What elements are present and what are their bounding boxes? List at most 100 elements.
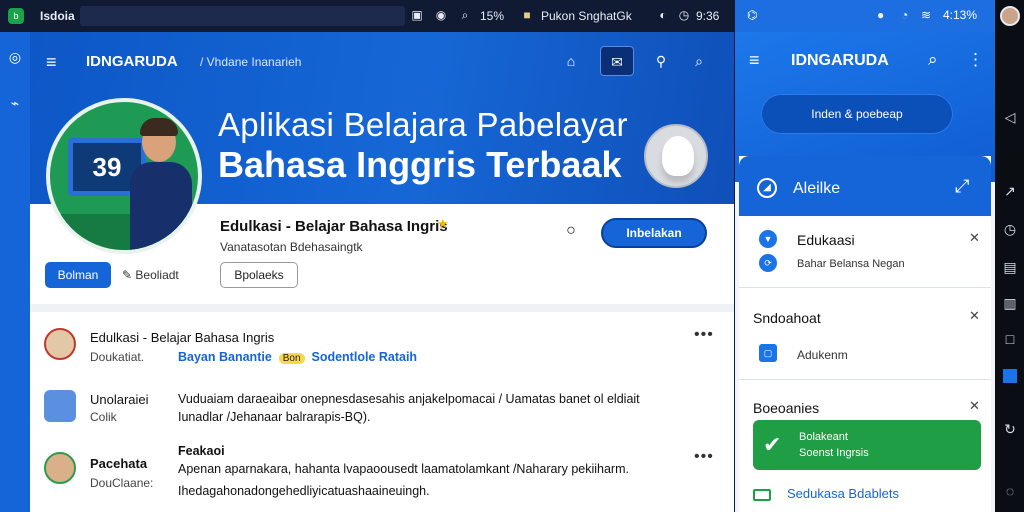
tag-chip[interactable]: Bon	[278, 353, 305, 364]
drop-icon	[662, 136, 694, 176]
section-title: Edukaasi	[797, 232, 855, 248]
help-icon[interactable]: ◌	[1001, 482, 1019, 500]
bookmark-icon[interactable]: ▥	[1001, 294, 1019, 312]
menu-icon[interactable]: ≡	[46, 52, 66, 72]
compass-icon: ◢	[757, 178, 777, 198]
document-icon	[753, 488, 771, 501]
post-body-line-2: Iunadlar /Jehanaar balrarapis-BQ).	[178, 410, 371, 424]
phone-brand[interactable]: IDNGARUDA	[791, 52, 889, 70]
tool-icon[interactable]: ⌁	[6, 94, 24, 112]
close-icon[interactable]: ✕	[969, 230, 980, 246]
profile-icon[interactable]: ⚲	[644, 46, 678, 76]
selected-item[interactable]: ✔ Bolakeant Soenst Ingrsis	[753, 420, 981, 470]
phone-pill-button[interactable]: Inden & poebeap	[761, 94, 953, 134]
mic-icon[interactable]: ◉	[434, 8, 448, 22]
profile-name[interactable]: Edulkasi - Belajar Bahasa Ingris	[220, 218, 448, 235]
tab-title[interactable]: Pukon SnghatGk	[541, 9, 632, 23]
card-section[interactable]: ▼ ⟳ Edukaasi Bahar Belansa Negan ✕	[739, 216, 991, 288]
tag-link[interactable]: Sodentlole Rataih	[311, 350, 417, 364]
brand-logo[interactable]: IDNGARUDA	[86, 53, 178, 70]
top-nav: ≡ IDNGARUDA / Vhdane Inanarieh ⌂ ✉ ⚲ ⌕	[30, 44, 734, 80]
app-icon: ▢	[759, 344, 777, 362]
post-title[interactable]: Unolaraiei	[90, 392, 149, 407]
main-panel: ≡ IDNGARUDA / Vhdane Inanarieh ⌂ ✉ ⚲ ⌕ A…	[30, 32, 734, 512]
battery-percent: 15%	[480, 9, 505, 23]
share-icon[interactable]: ↗	[1001, 182, 1019, 200]
notification-icon: ⌬	[747, 8, 758, 22]
phone-status-bar: ⌬ ● ◔ ≋ 4:13%	[735, 0, 995, 32]
overflow-icon[interactable]: ⋮	[967, 50, 984, 70]
address-bar[interactable]	[80, 6, 405, 26]
channel-avatar[interactable]: 39	[46, 98, 202, 254]
post-body-line-1: Vuduaiam daraeaibar onepnesdasesahis anj…	[178, 392, 640, 406]
bank-icon[interactable]: ⌂	[554, 46, 588, 76]
card-header: ◢ Aleilke ⤢	[739, 156, 991, 216]
close-icon[interactable]: ✕	[969, 398, 980, 414]
zoom-icon[interactable]: ⌕	[458, 8, 472, 22]
section-item[interactable]: Adukenm	[797, 348, 848, 362]
hero-title-line-1: Aplikasi Belajara Pabelayar	[218, 106, 628, 143]
app-avatar[interactable]	[44, 390, 76, 422]
comment-link-label: Beoliadt	[135, 268, 179, 282]
teacher-illustration	[130, 118, 192, 250]
clock-icon[interactable]: ◷	[1001, 220, 1019, 238]
section-header: Sndoahoat	[753, 310, 821, 326]
post-title[interactable]: Edulkasi - Belajar Bahasa Ingris	[90, 330, 274, 345]
user-avatar[interactable]	[1000, 6, 1020, 26]
active-indicator[interactable]	[1003, 369, 1017, 383]
clock-time: 9:36	[696, 9, 720, 23]
send-icon[interactable]: ◁	[1001, 108, 1019, 126]
download-icon: ▼	[759, 230, 777, 248]
section-header: Boeoanies	[753, 400, 820, 416]
alarm-icon: ●	[877, 8, 885, 22]
section-subtitle: Bahar Belansa Negan	[797, 258, 905, 270]
shield-icon[interactable]: ◐	[656, 8, 670, 22]
tag-link[interactable]: Bayan Banantie	[178, 350, 272, 364]
menu-icon[interactable]: ≡	[749, 50, 760, 71]
folder-icon[interactable]: ■	[520, 8, 534, 22]
more-options-icon[interactable]: •••	[694, 448, 714, 466]
search-icon[interactable]: ⌕	[928, 50, 938, 70]
messages-icon[interactable]: ✉	[600, 46, 634, 76]
split-view-icon[interactable]: ▤	[1001, 258, 1019, 276]
left-rail: ◎ ⌁	[0, 32, 30, 512]
record-icon[interactable]: ▣	[410, 8, 424, 22]
expand-icon[interactable]: ⤢	[955, 176, 969, 197]
feed: Edulkasi - Belajar Bahasa Ingris Doukati…	[30, 312, 734, 512]
sync-icon[interactable]: ↻	[1001, 420, 1019, 438]
more-options-icon[interactable]: •••	[694, 326, 714, 344]
list-item-label: Sedukasa Bdablets	[787, 486, 900, 501]
app-icon[interactable]: b	[8, 8, 24, 24]
post-title[interactable]: Pacehata	[90, 456, 147, 471]
selected-item-title: Bolakeant	[799, 431, 848, 443]
comment-link[interactable]: ✎ Beoliadt	[122, 268, 179, 282]
signal-icon: ◔	[901, 8, 909, 22]
avatar[interactable]	[44, 328, 76, 360]
card-section[interactable]: Sndoahoat ✕ ▢ Adukenm	[739, 288, 991, 380]
system-bar: ◁ ↗ ◷ ▤ ▥ □ ↻ ◌	[995, 0, 1024, 512]
hero-title: Aplikasi Belajara Pabelayar Bahasa Inggr…	[218, 106, 628, 185]
search-icon[interactable]: ○	[560, 220, 582, 242]
window-title: Isdoia	[40, 9, 75, 23]
sync-icon: ⟳	[759, 254, 777, 272]
compass-icon[interactable]: ◎	[6, 48, 24, 66]
brand-subtitle: / Vhdane Inanarieh	[200, 55, 302, 69]
wifi-icon: ≋	[921, 8, 932, 22]
close-icon[interactable]: ✕	[969, 308, 980, 324]
list-item[interactable]: Sedukasa Bdablets	[753, 486, 899, 501]
window-icon[interactable]: □	[1001, 330, 1019, 348]
status-bar: b Isdoia ▣ ◉ ⌕ 15% ■ Pukon SnghatGk ◐ ◷ …	[0, 0, 735, 32]
search-icon[interactable]: ⌕	[682, 46, 716, 76]
phone-time: 4:13%	[943, 8, 978, 22]
post-meta: DouClaane:	[90, 476, 154, 490]
subscribe-button[interactable]: Inbelakan	[601, 218, 707, 248]
avatar[interactable]	[44, 452, 76, 484]
post-meta: Colik	[90, 410, 117, 424]
primary-button[interactable]: Bolman	[45, 262, 111, 288]
secondary-button[interactable]: Bpolaeks	[220, 262, 298, 288]
post-heading: Feakaoi	[178, 444, 225, 458]
phone-card: ◢ Aleilke ⤢ ▼ ⟳ Edukaasi Bahar Belansa N…	[739, 156, 991, 512]
emblem-avatar[interactable]	[644, 124, 708, 188]
post-body-line-1: Apenan aparnakara, hahanta lvapaoousedt …	[178, 462, 629, 476]
post-body-line-2: Ihedagahonadongehedliyicatuashaaineuingh…	[178, 484, 430, 498]
